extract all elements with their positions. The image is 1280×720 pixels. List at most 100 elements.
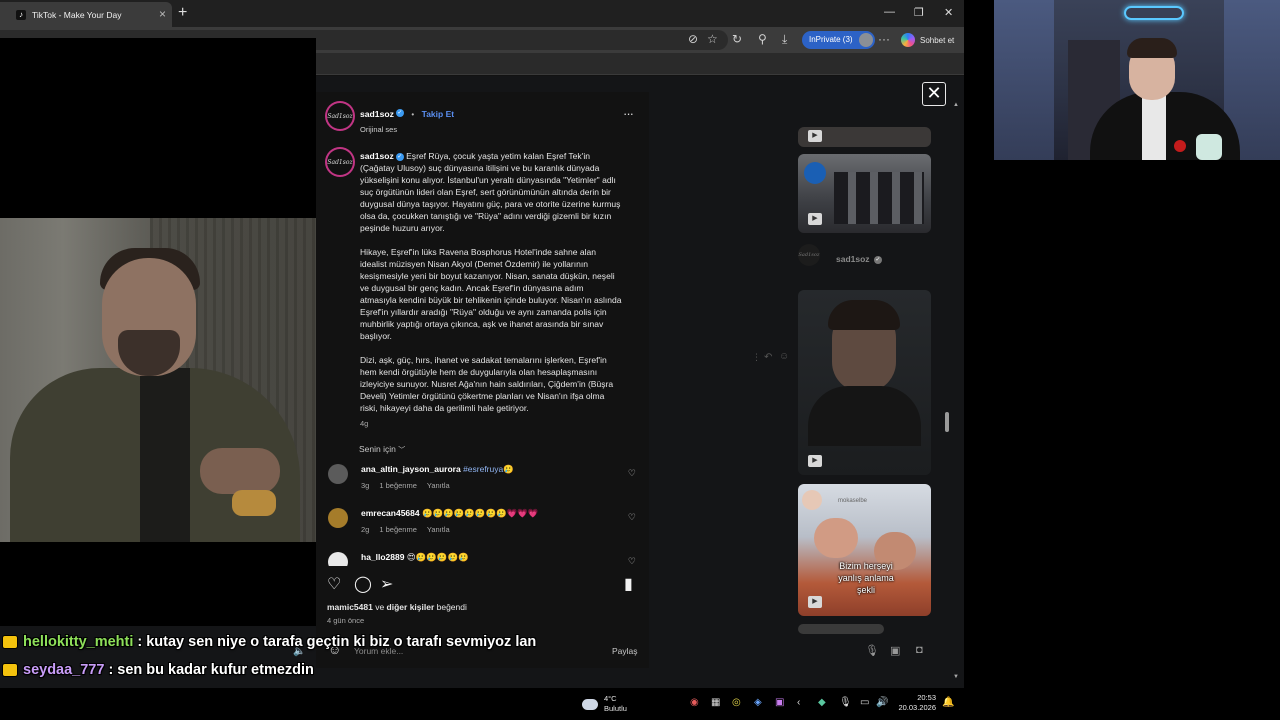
- related-thumb-meme[interactable]: mokaselbe Bizim herşeyi yanlış anlama şe…: [798, 484, 931, 616]
- post-actions: ♡ ◯ ➢ ▮: [327, 574, 639, 596]
- scroll-up-arrow-icon[interactable]: ▲: [953, 102, 959, 108]
- tab-close-icon[interactable]: ×: [159, 7, 166, 21]
- side-more-icon[interactable]: ⋮: [752, 352, 761, 363]
- webcam-cup: [1196, 134, 1222, 160]
- inprivate-badge[interactable]: InPrivate (3): [802, 31, 875, 49]
- commenter-avatar[interactable]: [328, 508, 348, 528]
- comment-sort-dropdown[interactable]: Senin için ﹀: [359, 444, 405, 455]
- tab-tiktok[interactable]: ♪ TikTok - Make Your Day ×: [0, 2, 172, 27]
- system-clock[interactable]: 20:53 20.03.2026: [896, 693, 936, 713]
- tray-app-icon[interactable]: ‹: [797, 697, 800, 708]
- refresh-icon[interactable]: ↻: [732, 32, 742, 46]
- share-button[interactable]: Paylaş: [612, 646, 638, 656]
- tray-app-icon[interactable]: ◆: [818, 697, 826, 708]
- caption-username[interactable]: sad1soz: [360, 151, 394, 161]
- reply-button[interactable]: Yanıtla: [427, 525, 450, 534]
- video-frame[interactable]: [0, 218, 316, 542]
- minimize-button[interactable]: —: [884, 6, 895, 18]
- related-thumb-pallbearers[interactable]: ▶: [798, 154, 931, 233]
- more-menu-icon[interactable]: ···: [878, 32, 890, 46]
- reply-button[interactable]: Yanıtla: [427, 481, 450, 490]
- verified-badge-icon: ✓: [395, 152, 404, 161]
- avatar-text: Sad1soz: [327, 158, 353, 166]
- sticker-icon[interactable]: ◘: [916, 644, 923, 656]
- profile-avatar: [858, 33, 873, 47]
- comment-text: emrecan45684 🥲🥲🥲🥲🥲🥲🥲🥲💗💗💗: [361, 508, 538, 519]
- tray-app-icon[interactable]: ◉: [690, 697, 699, 708]
- comment-meta: 2g 1 beğenme Yanıtla: [361, 525, 460, 534]
- tray-app-icon[interactable]: ◎: [732, 697, 741, 708]
- comment-item: ana_altin_jayson_aurora #esrefruya🥲 3g 1 …: [328, 464, 646, 508]
- creator-avatar[interactable]: Sad1soz: [798, 244, 820, 266]
- video-figure-watch: [232, 490, 276, 516]
- follow-button[interactable]: Takip Et: [422, 109, 454, 119]
- commenter-username[interactable]: ha_llo2889: [361, 552, 404, 562]
- liker-username[interactable]: mamic5481: [327, 602, 373, 612]
- related-thumb-actor[interactable]: ▶: [798, 290, 931, 475]
- comment-hashtag[interactable]: #esrefruya: [463, 464, 503, 474]
- likers-link[interactable]: diğer kişiler: [387, 602, 435, 612]
- chat-message: hellokitty_mehti : kutay sen niye o tara…: [3, 632, 536, 652]
- sound-label[interactable]: Orijinal ses: [360, 125, 454, 134]
- extensions-icon[interactable]: ⚲: [758, 32, 767, 46]
- new-tab-button[interactable]: +: [178, 4, 187, 22]
- commenter-avatar[interactable]: [328, 464, 348, 484]
- network-icon[interactable]: ▭: [860, 697, 869, 708]
- bookmark-icon[interactable]: ▮: [624, 574, 633, 594]
- comment-age: 2g: [361, 525, 370, 534]
- post-detail-panel: Sad1soz sad1soz ✓ • Takip Et Orijinal ses…: [316, 92, 649, 668]
- volume-tray-icon[interactable]: 🔊: [876, 697, 888, 708]
- thumb-figures: [834, 172, 924, 224]
- tray-app-icon[interactable]: ▦: [711, 697, 720, 708]
- related-thumb-bottom[interactable]: [798, 624, 884, 634]
- clock-date: 20.03.2026: [898, 703, 936, 712]
- reply-arrow-icon[interactable]: ↶: [764, 352, 772, 363]
- comment-emoji: 🥲: [503, 464, 514, 474]
- caption-paragraph-1: Eşref Rüya, çocuk yaşta yetim kalan Eşre…: [360, 151, 621, 233]
- post-options-icon[interactable]: ···: [623, 106, 634, 121]
- comment-like-icon[interactable]: ♡: [628, 468, 636, 479]
- notification-bell-icon[interactable]: 🔔: [942, 697, 954, 708]
- download-icon[interactable]: ⤓: [782, 32, 787, 47]
- commenter-username[interactable]: emrecan45684: [361, 508, 420, 518]
- thumb-shoulders: [808, 386, 921, 446]
- share-send-icon[interactable]: ➢: [380, 574, 393, 594]
- copilot-button[interactable]: Sohbet et: [901, 33, 954, 47]
- commenter-username[interactable]: ana_altin_jayson_aurora: [361, 464, 461, 474]
- weather-widget[interactable]: 4°C Bulutlu: [582, 694, 627, 714]
- emoji-icon[interactable]: ☺: [779, 351, 789, 362]
- chevron-down-icon: ﹀: [398, 447, 406, 454]
- comment-meta: 3g 1 beğenme Yanıtla: [361, 481, 460, 490]
- scroll-down-arrow-icon[interactable]: ▼: [953, 674, 959, 680]
- related-creator-name[interactable]: sad1soz ✓: [836, 254, 882, 264]
- copilot-label: Sohbet et: [920, 35, 955, 45]
- tray-app-icon[interactable]: ◈: [754, 697, 762, 708]
- related-creator-label: sad1soz: [836, 254, 870, 264]
- commenter-avatar[interactable]: [328, 552, 348, 566]
- tray-app-icon[interactable]: ▣: [775, 697, 784, 708]
- comment-sort-label: Senin için: [359, 444, 396, 454]
- author-username[interactable]: sad1soz: [360, 109, 394, 119]
- restore-button[interactable]: ❐: [914, 6, 924, 19]
- comment-bubble-icon[interactable]: ◯: [354, 574, 372, 594]
- microphone-icon[interactable]: 🎙: [865, 644, 879, 657]
- close-viewer-button[interactable]: ✕: [922, 82, 946, 106]
- tracking-prevention-icon[interactable]: ⊘: [688, 32, 698, 46]
- favorite-star-icon[interactable]: ☆: [707, 32, 718, 46]
- comment-like-icon[interactable]: ♡: [628, 556, 636, 566]
- webcam-person-shirt: [1142, 94, 1166, 160]
- like-heart-icon[interactable]: ♡: [327, 574, 341, 594]
- scrollbar-thumb[interactable]: [945, 412, 949, 432]
- caption-avatar[interactable]: Sad1soz: [327, 149, 353, 175]
- comment-like-icon[interactable]: ♡: [628, 512, 636, 523]
- close-window-button[interactable]: ✕: [944, 6, 953, 19]
- author-avatar[interactable]: Sad1soz: [327, 103, 353, 129]
- video-figure-shirt: [140, 368, 190, 542]
- copilot-logo-icon: [901, 33, 915, 47]
- image-icon[interactable]: ▣: [890, 644, 900, 657]
- microphone-tray-icon[interactable]: 🎙: [839, 697, 852, 708]
- comment-likes: 1 beğenme: [379, 525, 417, 534]
- weather-desc: Bulutlu: [604, 704, 627, 713]
- related-thumb-top[interactable]: ▶: [798, 127, 931, 147]
- tab-strip: ‹ ♪ TikTok - Make Your Day × + — ❐ ✕: [0, 0, 964, 27]
